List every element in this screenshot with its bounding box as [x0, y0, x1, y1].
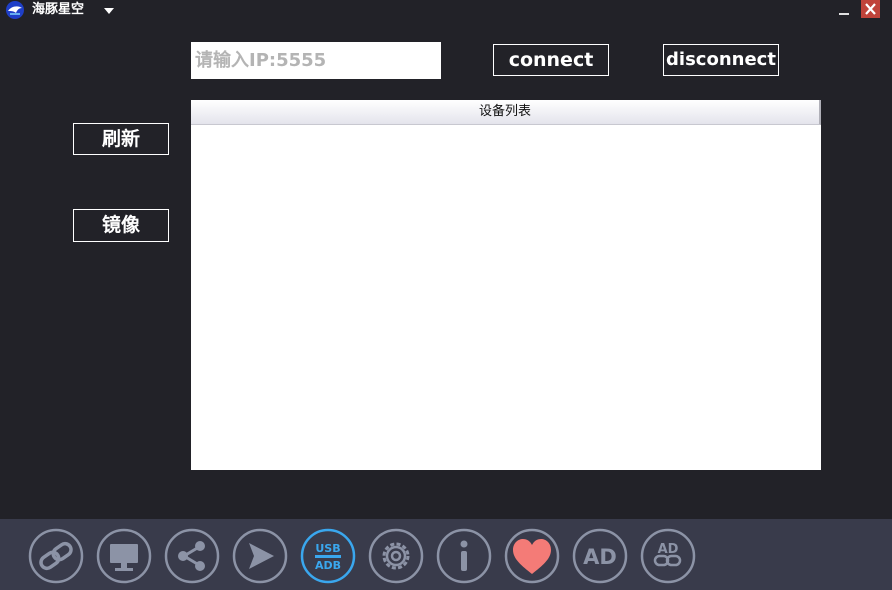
- usb-adb-icon[interactable]: USB ADB: [300, 528, 356, 584]
- app-logo-icon: [4, 0, 26, 20]
- ip-input[interactable]: [191, 42, 441, 79]
- share-icon[interactable]: [164, 528, 220, 584]
- adb-label: ADB: [315, 559, 341, 572]
- ad-icon[interactable]: AD: [572, 528, 628, 584]
- mirror-button[interactable]: 镜像: [73, 209, 169, 242]
- ad-label: AD: [583, 545, 617, 569]
- connect-button[interactable]: connect: [493, 44, 609, 76]
- bottom-toolbar: USB ADB AD AD: [0, 519, 892, 590]
- device-list[interactable]: 设备列表: [191, 100, 821, 470]
- heart-icon[interactable]: [504, 528, 560, 584]
- info-icon[interactable]: [436, 528, 492, 584]
- gear-icon[interactable]: [368, 528, 424, 584]
- caret-down-icon[interactable]: [103, 2, 115, 14]
- send-icon[interactable]: [232, 528, 288, 584]
- monitor-icon[interactable]: [96, 528, 152, 584]
- refresh-button[interactable]: 刷新: [73, 123, 169, 155]
- close-icon[interactable]: [861, 0, 880, 18]
- minimize-icon[interactable]: [836, 2, 852, 18]
- device-list-header[interactable]: 设备列表: [191, 100, 821, 125]
- usb-label: USB: [315, 542, 340, 555]
- title-bar: [0, 0, 892, 20]
- ad-link-icon[interactable]: AD: [640, 528, 696, 584]
- link-icon[interactable]: [28, 528, 84, 584]
- disconnect-button[interactable]: disconnect: [663, 44, 779, 76]
- app-title: 海豚星空: [32, 2, 85, 17]
